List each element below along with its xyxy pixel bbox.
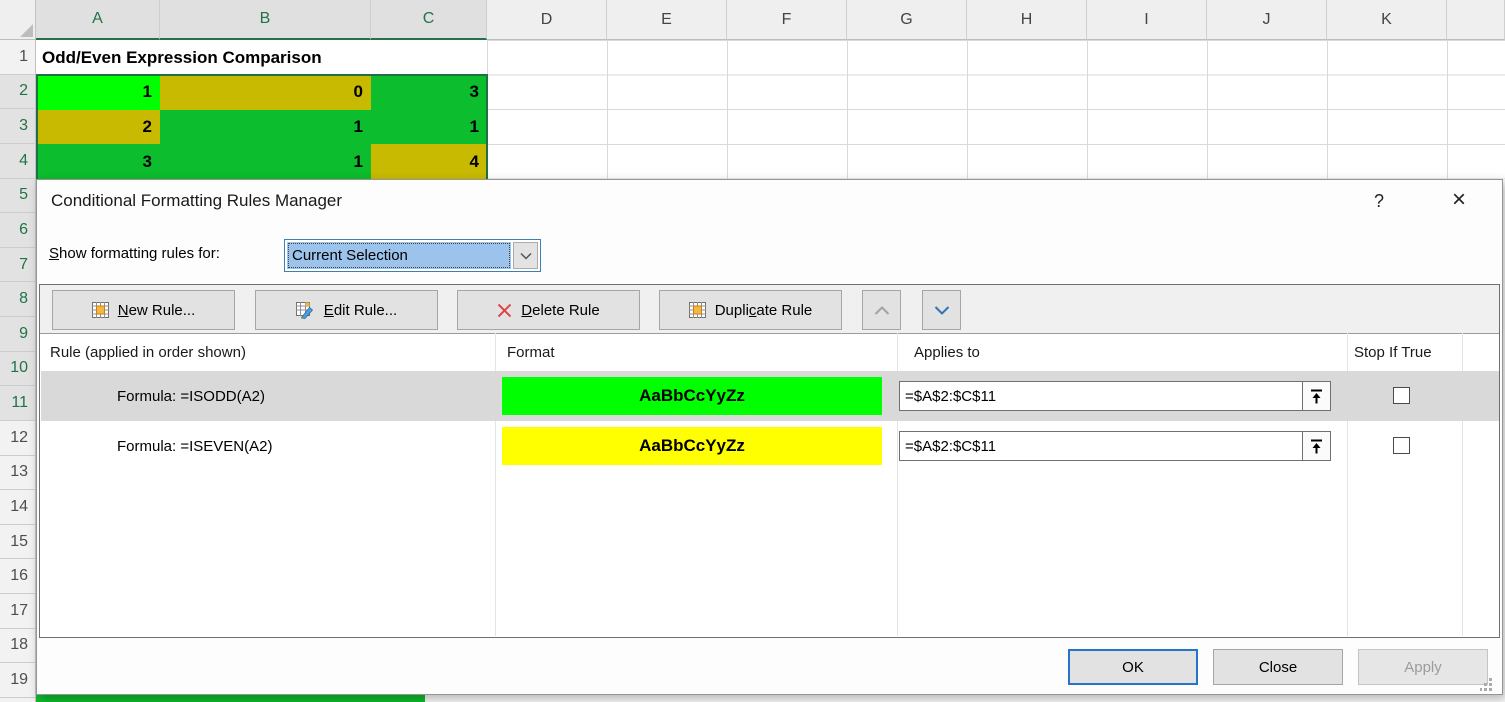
chevron-up-icon — [874, 306, 890, 315]
edit-rule-button[interactable]: Edit Rule... — [255, 290, 438, 330]
collapse-dialog-button[interactable] — [1302, 381, 1331, 411]
column-header-c[interactable]: C — [371, 0, 487, 40]
excel-window: A B C D E F G H I J K 1 2 3 4 5 6 7 8 9 … — [0, 0, 1505, 702]
rule-formula-text: Formula: =ISEVEN(A2) — [117, 421, 272, 471]
cell-a3[interactable]: 2 — [36, 110, 160, 145]
new-rule-label: New Rule... — [118, 302, 196, 319]
conditional-formatting-rules-manager-dialog: Conditional Formatting Rules Manager ? ×… — [36, 179, 1503, 695]
row-header-3[interactable]: 3 — [0, 109, 36, 144]
cell-a1-title[interactable]: Odd/Even Expression Comparison — [36, 40, 487, 75]
row-header-column: 1 2 3 4 5 6 7 8 9 10 11 12 13 14 15 16 1… — [0, 40, 36, 702]
column-header-d[interactable]: D — [487, 0, 607, 40]
row-header-12[interactable]: 12 — [0, 421, 36, 456]
chevron-down-icon — [934, 306, 950, 315]
row20-formatted-cells — [36, 695, 425, 702]
row-header-8[interactable]: 8 — [0, 282, 36, 317]
edit-rule-label: Edit Rule... — [324, 302, 397, 319]
duplicate-rule-button[interactable]: Duplicate Rule — [659, 290, 842, 330]
column-header-j[interactable]: J — [1207, 0, 1327, 40]
applies-to-input[interactable]: =$A$2:$C$11 — [899, 431, 1303, 461]
scope-dropdown-value: Current Selection — [287, 242, 511, 269]
red-x-icon — [497, 303, 512, 318]
column-header-stop-if-true: Stop If True — [1354, 344, 1432, 361]
row-header-18[interactable]: 18 — [0, 629, 36, 664]
collapse-dialog-button[interactable] — [1302, 431, 1331, 461]
stop-if-true-checkbox[interactable] — [1393, 387, 1410, 404]
close-icon[interactable]: × — [1443, 185, 1475, 215]
move-rule-down-button[interactable] — [922, 290, 961, 330]
dialog-title: Conditional Formatting Rules Manager — [51, 191, 342, 211]
row-header-15[interactable]: 15 — [0, 525, 36, 560]
rule-formula-text: Formula: =ISODD(A2) — [117, 371, 265, 421]
row-header-14[interactable]: 14 — [0, 490, 36, 525]
column-header-g[interactable]: G — [847, 0, 967, 40]
table-grid-icon — [689, 302, 706, 318]
select-all-corner[interactable] — [0, 0, 36, 40]
gridlines — [487, 40, 1505, 179]
move-rule-up-button[interactable] — [862, 290, 901, 330]
scope-dropdown[interactable]: Current Selection — [284, 239, 541, 272]
table-grid-icon — [92, 302, 109, 318]
column-header-row: A B C D E F G H I J K — [0, 0, 1505, 40]
duplicate-rule-label: Duplicate Rule — [715, 302, 813, 319]
show-formatting-rules-label: Show formatting rules for: — [49, 245, 220, 262]
delete-rule-button[interactable]: Delete Rule — [457, 290, 640, 330]
up-arrow-to-bar-icon — [1309, 388, 1324, 405]
select-all-triangle — [20, 24, 33, 37]
rule-row-isodd[interactable]: Formula: =ISODD(A2) AaBbCcYyZz =$A$2:$C$… — [41, 371, 1499, 421]
stop-if-true-checkbox[interactable] — [1393, 437, 1410, 454]
format-preview-swatch: AaBbCcYyZz — [502, 377, 882, 415]
column-header-format: Format — [507, 344, 555, 361]
column-header-rest — [1447, 0, 1505, 40]
column-header-b[interactable]: B — [160, 0, 371, 40]
cell-c2[interactable]: 3 — [371, 75, 487, 110]
cell-a2-active[interactable]: 1 — [36, 75, 160, 110]
cell-b4[interactable]: 1 — [160, 144, 371, 179]
resize-grip[interactable] — [1480, 678, 1493, 696]
column-header-h[interactable]: H — [967, 0, 1087, 40]
row-header-2[interactable]: 2 — [0, 75, 36, 110]
row-header-19[interactable]: 19 — [0, 663, 36, 698]
row-header-16[interactable]: 16 — [0, 559, 36, 594]
format-preview-swatch: AaBbCcYyZz — [502, 427, 882, 465]
edit-table-pencil-icon — [296, 302, 315, 319]
row-header-10[interactable]: 10 — [0, 352, 36, 387]
rules-panel: New Rule... Edit Rule... Delete Rule Dup… — [39, 284, 1500, 638]
row-header-17[interactable]: 17 — [0, 594, 36, 629]
cell-c4[interactable]: 4 — [371, 144, 487, 179]
up-arrow-to-bar-icon — [1309, 438, 1324, 455]
chevron-down-icon[interactable] — [513, 242, 538, 269]
ok-button[interactable]: OK — [1068, 649, 1198, 685]
column-header-rule: Rule (applied in order shown) — [50, 344, 246, 361]
column-header-applies-to: Applies to — [914, 344, 980, 361]
row-header-6[interactable]: 6 — [0, 213, 36, 248]
close-button[interactable]: Close — [1213, 649, 1343, 685]
row-header-13[interactable]: 13 — [0, 456, 36, 491]
apply-button-disabled[interactable]: Apply — [1358, 649, 1488, 685]
sheet-grid: Odd/Even Expression Comparison 1 0 3 2 1… — [36, 40, 1505, 179]
delete-rule-label: Delete Rule — [521, 302, 599, 319]
row-header-7[interactable]: 7 — [0, 248, 36, 283]
rule-row-iseven[interactable]: Formula: =ISEVEN(A2) AaBbCcYyZz =$A$2:$C… — [41, 421, 1499, 471]
cell-b2[interactable]: 0 — [160, 75, 371, 110]
cell-a4[interactable]: 3 — [36, 144, 160, 179]
applies-to-input[interactable]: =$A$2:$C$11 — [899, 381, 1303, 411]
row-header-4[interactable]: 4 — [0, 144, 36, 179]
cell-b3[interactable]: 1 — [160, 110, 371, 145]
column-header-i[interactable]: I — [1087, 0, 1207, 40]
row-header-11[interactable]: 11 — [0, 386, 36, 421]
cell-c3[interactable]: 1 — [371, 110, 487, 145]
row-header-5[interactable]: 5 — [0, 179, 36, 214]
row-header-1[interactable]: 1 — [0, 40, 36, 75]
new-rule-button[interactable]: New Rule... — [52, 290, 235, 330]
column-header-a[interactable]: A — [36, 0, 160, 40]
column-header-f[interactable]: F — [727, 0, 847, 40]
column-header-e[interactable]: E — [607, 0, 727, 40]
row-header-20[interactable]: 20 — [0, 698, 36, 702]
column-header-k[interactable]: K — [1327, 0, 1447, 40]
help-icon[interactable]: ? — [1365, 188, 1393, 214]
row-header-9[interactable]: 9 — [0, 317, 36, 352]
